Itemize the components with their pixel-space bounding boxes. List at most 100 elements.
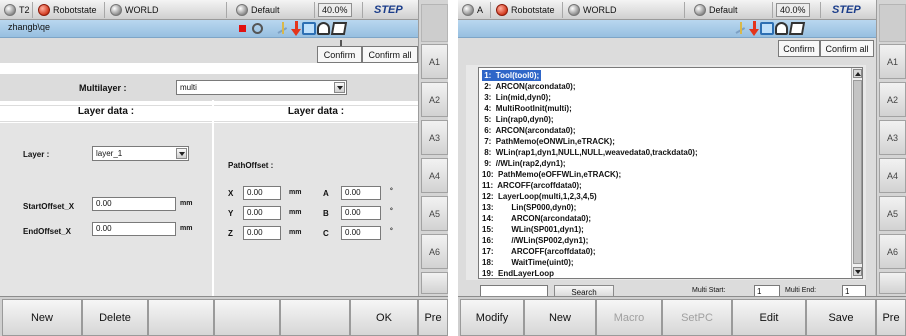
program-line[interactable]: 10: PathMemo(eOFFWLin,eTRACK);	[482, 169, 621, 180]
program-line[interactable]: 12: LayerLoop(multi,1,2,3,4,5)	[482, 191, 597, 202]
frame-icon[interactable]	[330, 22, 348, 35]
layer-data-screen: T2 Robotstate WORLD Default 40.0% STEP z…	[0, 0, 448, 336]
z-label: Z	[228, 229, 233, 238]
bottom-blank-1[interactable]	[148, 299, 214, 336]
softkey-a4[interactable]: A4	[421, 158, 448, 193]
program-editor-screen: A Robotstate WORLD Default 40.0% STEP Co…	[458, 0, 906, 336]
softkey-a1[interactable]: A1	[421, 44, 448, 79]
layer-select[interactable]: layer_1	[92, 146, 189, 161]
softkey-a6[interactable]: A6	[879, 234, 906, 269]
down-arrow-icon[interactable]	[748, 21, 760, 37]
modify-button[interactable]: Modify	[460, 299, 524, 336]
softkey-a5[interactable]: A5	[879, 196, 906, 231]
end-offset-unit: mm	[180, 225, 193, 232]
program-line[interactable]: 4: MultiRootInit(multi);	[482, 103, 572, 114]
program-line[interactable]: 13: Lin(SP000,dyn0);	[482, 202, 576, 213]
program-line[interactable]: 5: Lin(rap0,dyn0);	[482, 114, 553, 125]
x-offset-field[interactable]: 0.00	[243, 186, 281, 200]
jog-cube-icon[interactable]	[760, 22, 774, 35]
confirm-button[interactable]: Confirm	[778, 40, 820, 57]
program-line[interactable]: 17: ARCOFF(arcoffdata0);	[482, 246, 596, 257]
softkey-a3[interactable]: A3	[879, 120, 906, 155]
end-offset-field[interactable]: 0.00	[92, 222, 176, 236]
multilayer-select[interactable]: multi	[176, 80, 347, 95]
scroll-up-icon[interactable]	[853, 69, 862, 78]
step-mode[interactable]: STEP	[832, 0, 861, 20]
bottom-blank-2[interactable]	[214, 299, 280, 336]
program-line[interactable]: 18: WaitTime(uint0);	[482, 257, 574, 268]
softkey-blank[interactable]	[879, 272, 906, 294]
bottom-blank-3[interactable]	[280, 299, 350, 336]
program-line[interactable]: 19: EndLayerLoop	[482, 268, 554, 278]
speed-override[interactable]: 40.0%	[318, 0, 352, 20]
softkey-a6[interactable]: A6	[421, 234, 448, 269]
program-line[interactable]: 6: ARCON(arcondata0);	[482, 125, 575, 136]
program-line[interactable]: 2: ARCON(arcondata0);	[482, 81, 575, 92]
softkey-a5[interactable]: A5	[421, 196, 448, 231]
step-mode[interactable]: STEP	[374, 0, 403, 20]
axes-icon[interactable]	[734, 22, 748, 35]
program-line[interactable]: 1: Tool(tool0);	[482, 70, 542, 81]
robot-state[interactable]: Robotstate	[38, 0, 97, 20]
softkey-a2[interactable]: A2	[879, 82, 906, 117]
program-line[interactable]: 7: PathMemo(eONWLin,eTRACK);	[482, 136, 615, 147]
setpc-button[interactable]: SetPC	[662, 299, 732, 336]
c-offset-field[interactable]: 0.00	[341, 226, 381, 240]
user-label: zhangb\qe	[8, 22, 51, 32]
softkey-a2[interactable]: A2	[421, 82, 448, 117]
path-offset-label: PathOffset :	[228, 161, 274, 170]
scroll-thumb[interactable]	[853, 80, 862, 264]
status-bar: T2 Robotstate WORLD Default 40.0% STEP	[0, 0, 418, 20]
macro-button[interactable]: Macro	[596, 299, 662, 336]
scroll-down-icon[interactable]	[853, 267, 862, 276]
bottom-toolbar: Modify New Macro SetPC Edit Save Pre	[458, 296, 906, 336]
b-offset-field[interactable]: 0.00	[341, 206, 381, 220]
save-button[interactable]: Save	[806, 299, 876, 336]
confirm-button[interactable]: Confirm	[317, 46, 362, 63]
ok-button[interactable]: OK	[350, 299, 418, 336]
coord-system[interactable]: WORLD	[568, 0, 617, 20]
program-line[interactable]: 11: ARCOFF(arcoffdata0);	[482, 180, 582, 191]
start-offset-field[interactable]: 0.00	[92, 197, 176, 211]
mode-indicator[interactable]: A	[462, 0, 483, 20]
new-button[interactable]: New	[2, 299, 82, 336]
z-offset-field[interactable]: 0.00	[243, 226, 281, 240]
axes-icon[interactable]	[276, 22, 290, 35]
pre-button[interactable]: Pre	[418, 299, 448, 336]
a-offset-field[interactable]: 0.00	[341, 186, 381, 200]
tool-select[interactable]: Default	[236, 0, 280, 20]
softkey-a3[interactable]: A3	[421, 120, 448, 155]
program-line[interactable]: 14: ARCON(arcondata0);	[482, 213, 591, 224]
program-line[interactable]: 16: //WLin(SP002,dyn1);	[482, 235, 588, 246]
softkey-a1[interactable]: A1	[879, 44, 906, 79]
program-line[interactable]: 3: Lin(mid,dyn0);	[482, 92, 551, 103]
pre-button[interactable]: Pre	[876, 299, 906, 336]
tool-select[interactable]: Default	[694, 0, 738, 20]
jog-cube-icon[interactable]	[302, 22, 316, 35]
softkey-blank[interactable]	[421, 272, 448, 294]
robot-state-icon	[38, 4, 50, 16]
confirm-all-button[interactable]: Confirm all	[362, 46, 418, 63]
link-icon[interactable]	[775, 22, 788, 35]
speed-override[interactable]: 40.0%	[776, 0, 810, 20]
program-line[interactable]: 8: WLin(rap1,dyn1,NULL,NULL,weavedata0,t…	[482, 147, 697, 158]
confirm-all-button[interactable]: Confirm all	[820, 40, 874, 57]
program-listing[interactable]: 1: Tool(tool0); 2: ARCON(arcondata0); 3:…	[478, 67, 863, 279]
robot-state[interactable]: Robotstate	[496, 0, 555, 20]
program-scrollbar[interactable]	[851, 68, 862, 278]
frame-icon[interactable]	[788, 22, 806, 35]
new-button[interactable]: New	[524, 299, 596, 336]
mode-icon	[462, 4, 474, 16]
multi-end-label: Multi End:	[785, 287, 817, 294]
layer-label: Layer :	[23, 150, 50, 159]
mode-indicator[interactable]: T2	[4, 0, 30, 20]
program-line[interactable]: 9: //WLin(rap2,dyn1);	[482, 158, 565, 169]
edit-button[interactable]: Edit	[732, 299, 806, 336]
delete-button[interactable]: Delete	[82, 299, 148, 336]
softkey-a4[interactable]: A4	[879, 158, 906, 193]
coord-system[interactable]: WORLD	[110, 0, 159, 20]
link-icon[interactable]	[317, 22, 330, 35]
y-offset-field[interactable]: 0.00	[243, 206, 281, 220]
down-arrow-icon[interactable]	[290, 21, 302, 37]
program-line[interactable]: 15: WLin(SP001,dyn1);	[482, 224, 584, 235]
